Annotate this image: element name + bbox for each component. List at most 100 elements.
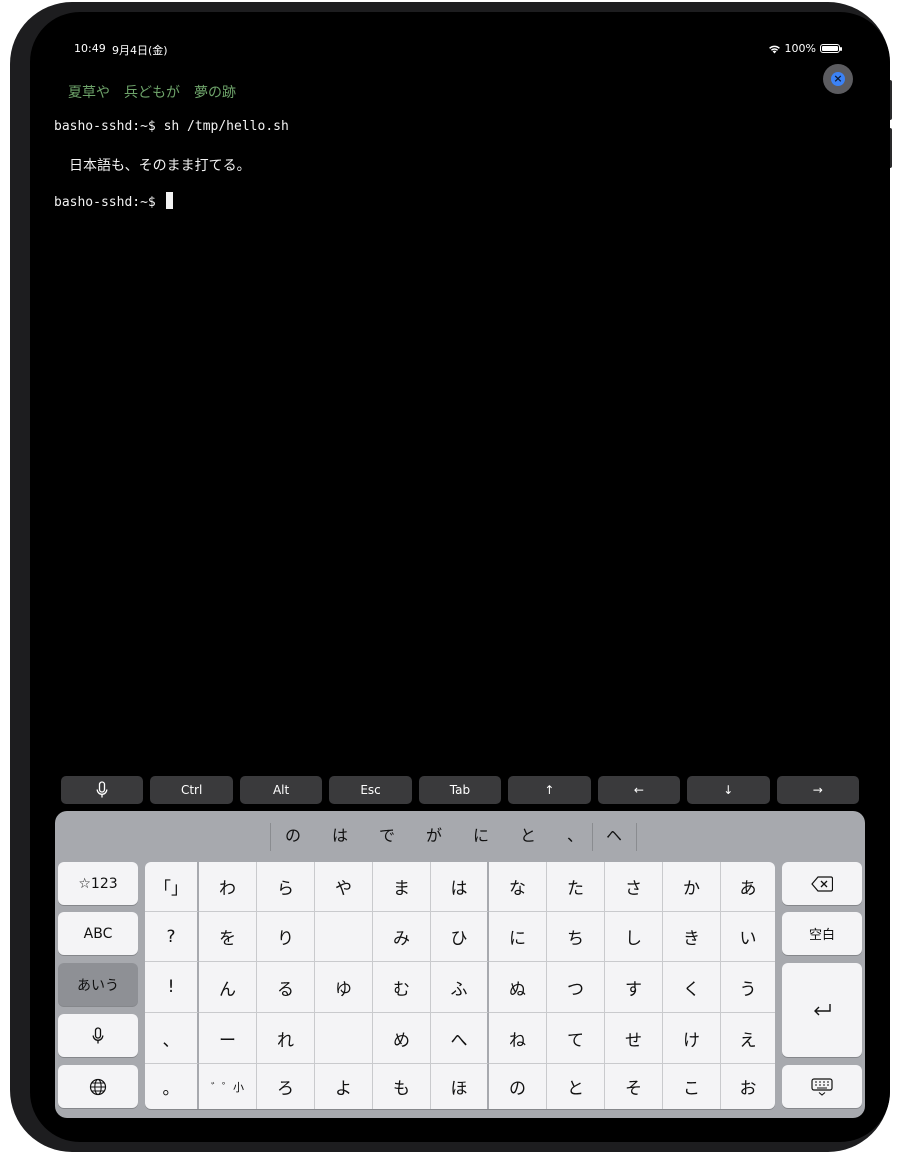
return-key[interactable] xyxy=(782,963,862,1057)
ipad-frame: 10:49 9月4日(金) 100% × 夏草や 兵どもが 夢の跡 basho-… xyxy=(10,2,892,1152)
kana-key[interactable]: み xyxy=(373,912,431,962)
kana-key[interactable]: む xyxy=(373,962,431,1013)
japanese-kana-keyboard: の は で が に と 、 ヘ ☆123 ABC あいう 「」 わ ら や ま … xyxy=(55,811,865,1118)
kana-key[interactable]: ぬ xyxy=(489,962,547,1013)
kana-key-panel: 「」わらやまはなたさかあ? をり みひにちしきい! んるゆむふぬつすくう、ーれ めへねて… xyxy=(145,862,775,1109)
punctuation-key[interactable]: 、 xyxy=(145,1013,199,1064)
status-date: 9月4日(金) xyxy=(112,44,168,57)
kana-key[interactable]: め xyxy=(373,1013,431,1064)
kana-key[interactable]: ろ xyxy=(257,1064,315,1109)
accessory-alt-button[interactable]: Alt xyxy=(239,776,323,804)
candidate-item[interactable]: に xyxy=(466,811,496,861)
punctuation-key[interactable]: ! xyxy=(145,962,199,1013)
kana-key[interactable]: よ xyxy=(315,1064,373,1109)
accessory-right-arrow-button[interactable]: → xyxy=(776,776,859,804)
kana-key[interactable]: い xyxy=(721,912,775,962)
kana-key[interactable]: り xyxy=(257,912,315,962)
kana-key[interactable]: ひ xyxy=(431,912,489,962)
kana-key[interactable]: と xyxy=(547,1064,605,1109)
return-icon xyxy=(814,1004,831,1016)
status-right: 100% xyxy=(768,42,842,55)
kana-key[interactable]: す xyxy=(605,962,663,1013)
candidate-item[interactable]: の xyxy=(278,811,308,861)
kana-key[interactable]: ら xyxy=(257,862,315,912)
kana-key[interactable]: さ xyxy=(605,862,663,912)
kana-key[interactable]: え xyxy=(721,1013,775,1064)
accessory-up-arrow-button[interactable]: ↑ xyxy=(508,776,591,804)
accessory-esc-button[interactable]: Esc xyxy=(329,776,412,804)
kana-key[interactable]: つ xyxy=(547,962,605,1013)
space-key[interactable]: 空白 xyxy=(782,912,862,955)
kana-key[interactable]: ち xyxy=(547,912,605,962)
status-time: 10:49 xyxy=(74,42,106,55)
candidate-item[interactable]: で xyxy=(372,811,402,861)
kana-key[interactable]: そ xyxy=(605,1064,663,1109)
accessory-down-arrow-button[interactable]: ↓ xyxy=(687,776,770,804)
candidate-item[interactable]: は xyxy=(325,811,355,861)
terminal-cursor xyxy=(165,192,173,209)
globe-icon xyxy=(89,1078,107,1095)
hide-keyboard-key[interactable] xyxy=(782,1065,862,1108)
globe-key[interactable] xyxy=(58,1065,138,1108)
kana-key[interactable]: く xyxy=(663,962,721,1013)
kana-key[interactable]: う xyxy=(721,962,775,1013)
backspace-key[interactable] xyxy=(782,862,862,905)
accessory-mic-button[interactable] xyxy=(61,776,144,804)
kana-key[interactable]: な xyxy=(489,862,547,912)
terminal-haiku: 夏草や 兵どもが 夢の跡 xyxy=(68,85,236,101)
accessory-ctrl-button[interactable]: Ctrl xyxy=(150,776,233,804)
kana-key[interactable]: ね xyxy=(489,1013,547,1064)
kana-key[interactable]: や xyxy=(315,862,373,912)
candidate-item[interactable]: と xyxy=(513,811,543,861)
kana-key[interactable]: せ xyxy=(605,1013,663,1064)
kana-key[interactable]: れ xyxy=(257,1013,315,1064)
kana-key[interactable]: て xyxy=(547,1013,605,1064)
punctuation-key[interactable]: ? xyxy=(145,912,199,962)
symbol-mode-key[interactable]: ☆123 xyxy=(58,862,138,905)
punctuation-key[interactable]: 「」 xyxy=(145,862,199,912)
kana-key[interactable]: を xyxy=(199,912,257,962)
kana-key[interactable]: お xyxy=(721,1064,775,1109)
kana-key[interactable]: も xyxy=(373,1064,431,1109)
kana-key[interactable]: へ xyxy=(431,1013,489,1064)
terminal-output-line: 日本語も、そのまま打てる。 xyxy=(69,158,251,174)
close-icon: × xyxy=(831,72,845,86)
kana-key[interactable]: ま xyxy=(373,862,431,912)
microphone-icon xyxy=(92,1026,104,1043)
kana-key[interactable] xyxy=(315,912,373,962)
kana-key[interactable]: か xyxy=(663,862,721,912)
candidate-expand[interactable]: ヘ xyxy=(599,811,629,861)
punctuation-key[interactable]: 。 xyxy=(145,1064,199,1109)
terminal-prompt-line: basho-sshd:~$ xyxy=(54,192,173,210)
kana-key[interactable]: け xyxy=(663,1013,721,1064)
kana-key[interactable]: し xyxy=(605,912,663,962)
kana-key[interactable]: ー xyxy=(199,1013,257,1064)
candidate-item[interactable]: が xyxy=(419,811,449,861)
kana-key[interactable]: ゛゜小 xyxy=(199,1064,257,1109)
accessory-tab-button[interactable]: Tab xyxy=(418,776,502,804)
accessory-left-arrow-button[interactable]: ← xyxy=(597,776,681,804)
kana-key[interactable]: ゆ xyxy=(315,962,373,1013)
kana-key[interactable]: ん xyxy=(199,962,257,1013)
dictation-key[interactable] xyxy=(58,1014,138,1057)
kana-key[interactable]: ふ xyxy=(431,962,489,1013)
kana-key[interactable]: た xyxy=(547,862,605,912)
kana-key[interactable]: の xyxy=(489,1064,547,1109)
abc-mode-key[interactable]: ABC xyxy=(58,912,138,955)
microphone-icon xyxy=(96,781,108,798)
kana-key[interactable] xyxy=(315,1013,373,1064)
candidate-item[interactable]: 、 xyxy=(560,811,590,861)
kana-key[interactable]: き xyxy=(663,912,721,962)
kana-key[interactable]: わ xyxy=(199,862,257,912)
kana-key[interactable]: あ xyxy=(721,862,775,912)
kana-key[interactable]: は xyxy=(431,862,489,912)
kana-mode-key[interactable]: あいう xyxy=(58,963,138,1006)
candidate-bar: の は で が に と 、 ヘ xyxy=(55,811,865,861)
terminal-accessory-bar: Ctrl Alt Esc Tab ↑ ← ↓ → xyxy=(61,776,859,804)
kana-key[interactable]: に xyxy=(489,912,547,962)
kana-key[interactable]: ほ xyxy=(431,1064,489,1109)
kana-key[interactable]: こ xyxy=(663,1064,721,1109)
close-button[interactable]: × xyxy=(823,64,853,94)
terminal-prompt: basho-sshd:~$ xyxy=(54,195,164,210)
kana-key[interactable]: る xyxy=(257,962,315,1013)
